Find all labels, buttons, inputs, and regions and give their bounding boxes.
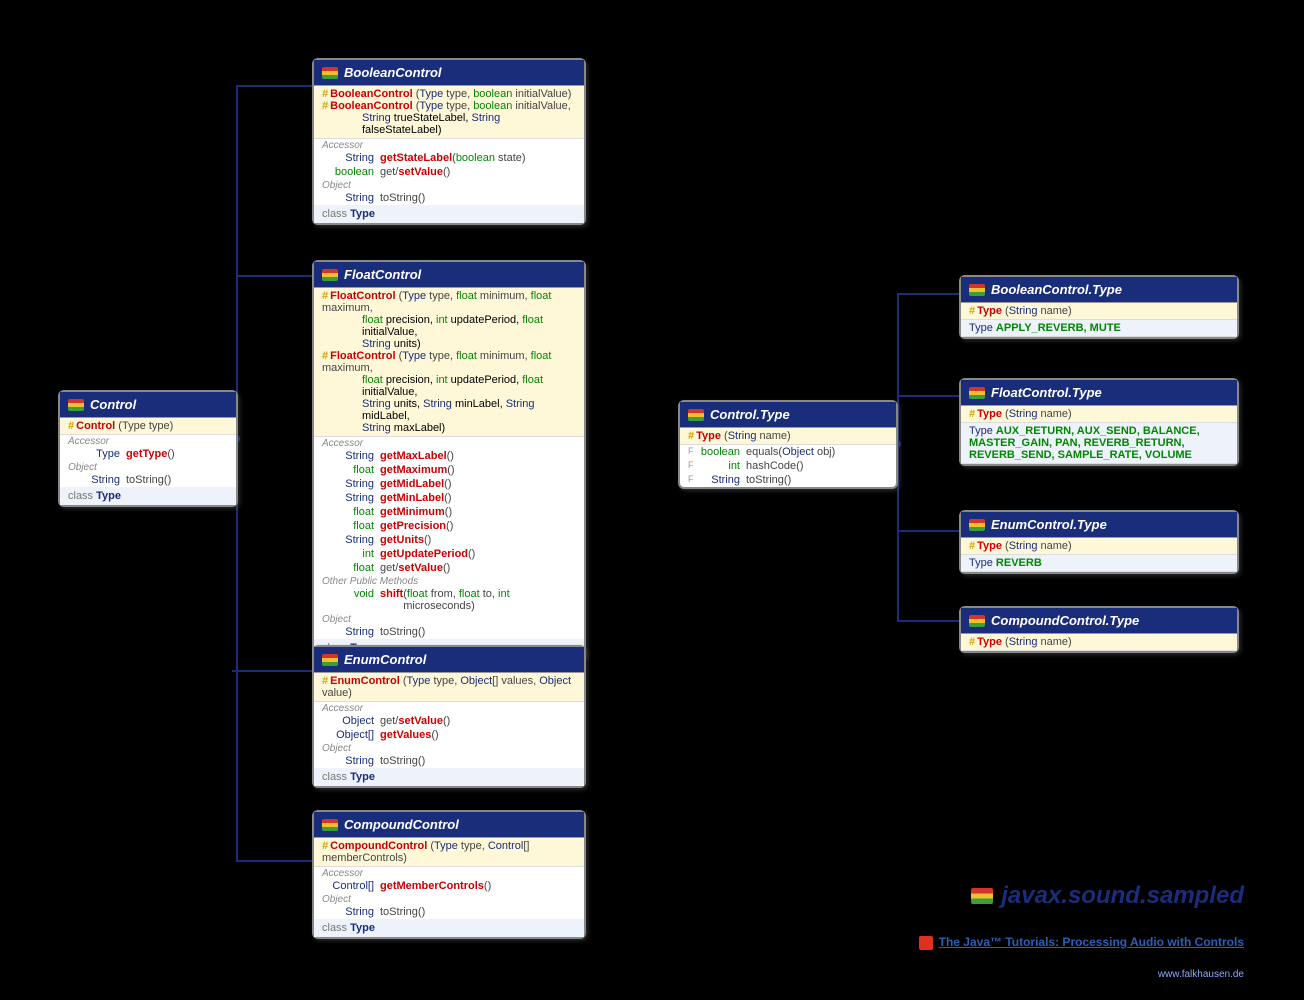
connector [897,293,959,295]
class-title: Control.Type [710,407,790,422]
connector [236,275,312,277]
class-compound-control-type: CompoundControl.Type #Type (String name) [959,606,1239,653]
tutorial-link[interactable]: The Java™ Tutorials: Processing Audio wi… [919,935,1244,950]
class-icon [322,269,338,281]
class-icon [322,819,338,831]
class-icon [688,409,704,421]
watermark: www.falkhausen.de [1158,969,1244,980]
class-title: EnumControl [344,652,426,667]
class-icon [969,519,985,531]
class-icon [969,387,985,399]
class-icon [322,67,338,79]
connector [897,530,959,532]
class-icon [969,284,985,296]
class-boolean-control: BooleanControl #BooleanControl (Type typ… [312,58,586,225]
connector [236,860,312,862]
class-title: Control [90,397,136,412]
class-title: FloatControl.Type [991,385,1102,400]
class-title: FloatControl [344,267,421,282]
class-enum-control-type: EnumControl.Type #Type (String name) Typ… [959,510,1239,574]
class-icon [68,399,84,411]
connector [236,85,312,87]
class-control-type: Control.Type #Type (String name) Fboolea… [678,400,898,489]
class-title: CompoundControl [344,817,459,832]
connector [897,620,959,622]
connector [897,293,961,620]
class-icon [971,888,993,904]
connector [232,670,312,672]
class-icon [969,615,985,627]
class-enum-control: EnumControl #EnumControl (Type type, Obj… [312,645,586,788]
package-title: javax.sound.sampled [971,882,1244,910]
class-float-control-type: FloatControl.Type #Type (String name) Ty… [959,378,1239,466]
class-title: EnumControl.Type [991,517,1107,532]
class-title: CompoundControl.Type [991,613,1139,628]
class-title: BooleanControl.Type [991,282,1122,297]
oracle-icon [919,936,933,950]
connector [236,85,314,860]
class-compound-control: CompoundControl #CompoundControl (Type t… [312,810,586,939]
class-boolean-control-type: BooleanControl.Type #Type (String name) … [959,275,1239,339]
class-title: BooleanControl [344,65,442,80]
connector [897,395,959,397]
class-control: Control #Control (Type type) Accessor Ty… [58,390,238,507]
class-float-control: FloatControl #FloatControl (Type type, f… [312,260,586,659]
class-icon [322,654,338,666]
